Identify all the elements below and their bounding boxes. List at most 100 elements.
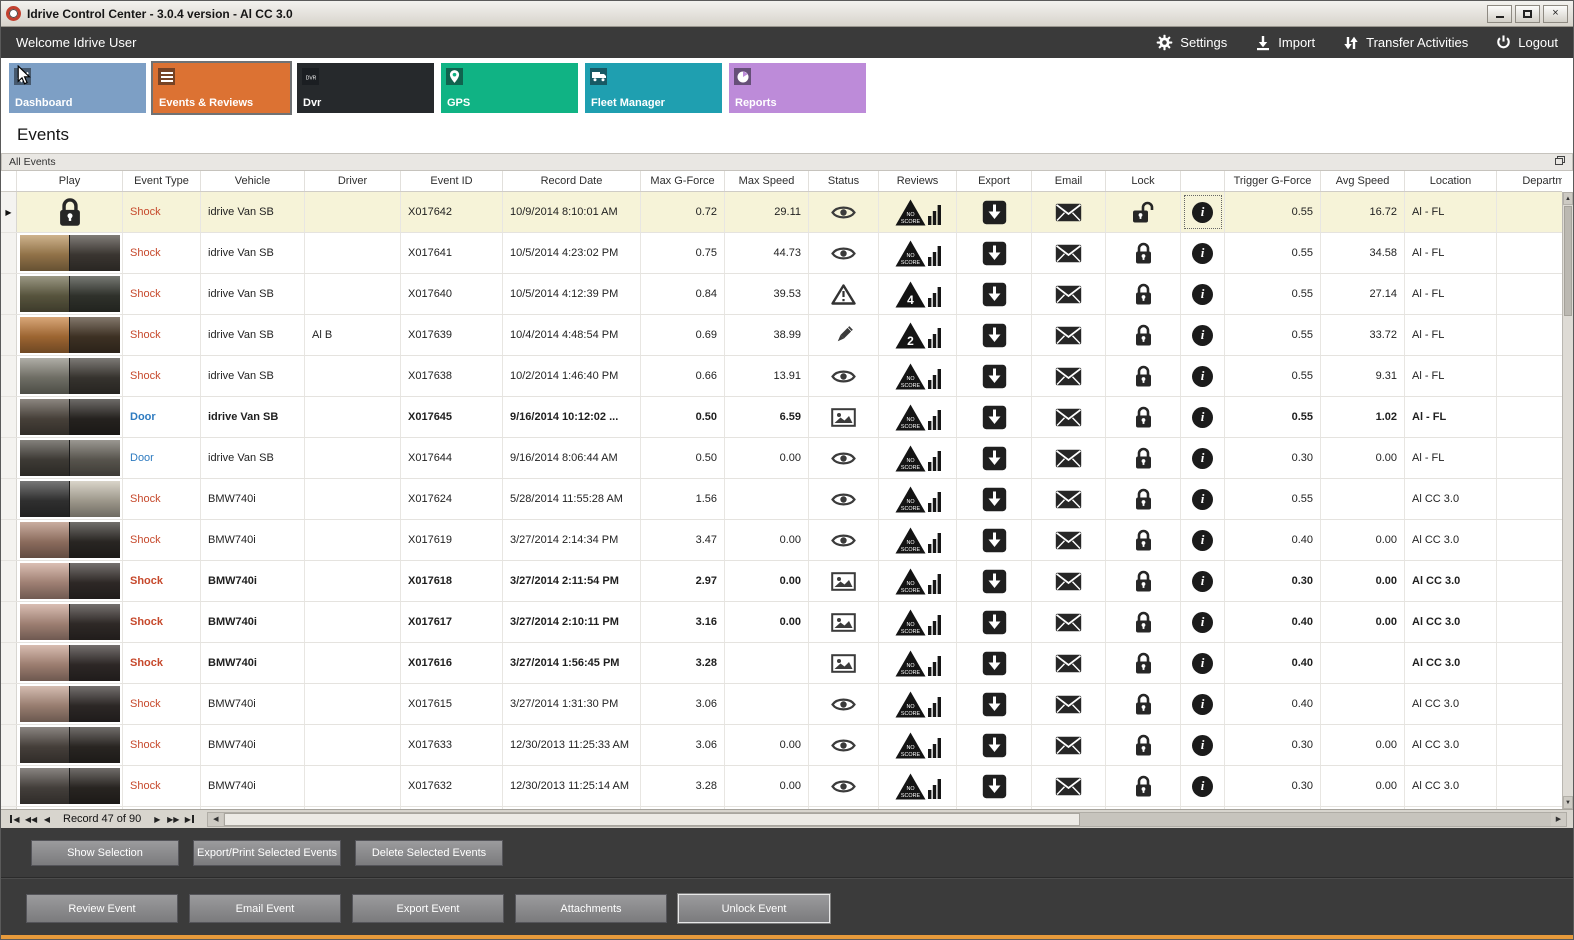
score-badge[interactable]: 2 [895,322,926,349]
event-thumbnail[interactable] [19,358,120,394]
logout-button[interactable]: Logout [1496,34,1558,51]
email-icon[interactable] [1055,408,1082,427]
cell-status[interactable] [809,602,879,642]
cell-info[interactable]: i [1181,438,1225,478]
cell-play[interactable] [17,438,123,478]
cell-play[interactable] [17,643,123,683]
horizontal-scroll-thumb[interactable] [224,812,1080,826]
close-button[interactable]: × [1543,4,1568,23]
cell-play[interactable] [17,397,123,437]
cell-info[interactable]: i [1181,479,1225,519]
cell-email[interactable] [1032,684,1106,724]
email-icon[interactable] [1055,490,1082,509]
col-header-play[interactable]: Play [17,171,123,191]
cell-lock[interactable] [1106,233,1181,273]
lock-icon[interactable] [1133,405,1154,430]
cell-export[interactable] [957,643,1032,683]
export-icon[interactable] [982,774,1007,799]
cell-play[interactable] [17,684,123,724]
email-icon[interactable] [1055,531,1082,550]
cell-play[interactable] [17,725,123,765]
cell-lock[interactable] [1106,520,1181,560]
event-row[interactable]: Door idrive Van SB X017645 9/16/2014 10:12:… [1,397,1562,438]
event-row[interactable]: Shock BMW740i X017624 5/28/2014 11:55:28 AM… [1,479,1562,520]
scroll-left-arrow[interactable]: ◀ [208,812,224,826]
cell-play[interactable] [17,233,123,273]
email-icon[interactable] [1055,203,1082,222]
col-header-record-date[interactable]: Record Date [503,171,641,191]
cell-reviews[interactable]: NO SCORE [879,684,957,724]
horizontal-scrollbar[interactable]: ◀ ▶ [207,811,1567,827]
lock-icon[interactable] [1133,241,1154,266]
col-header-event-type[interactable]: Event Type [123,171,201,191]
cell-info[interactable]: i [1181,233,1225,273]
cell-info[interactable]: i [1181,192,1225,232]
col-header-export[interactable]: Export [957,171,1032,191]
cell-play[interactable] [17,561,123,601]
cell-reviews[interactable]: NO SCORE [879,602,957,642]
nav-tile-events-reviews[interactable]: Events & Reviews [151,61,292,115]
export-icon[interactable] [982,364,1007,389]
cell-lock[interactable] [1106,315,1181,355]
lock-icon[interactable] [1133,487,1154,512]
col-header-trigger-g-force[interactable]: Trigger G-Force [1225,171,1321,191]
cell-play[interactable] [17,356,123,396]
eye-icon[interactable] [831,737,856,754]
event-row[interactable]: Shock idrive Van SB X017640 10/5/2014 4:12:… [1,274,1562,315]
cell-info[interactable]: i [1181,684,1225,724]
export-icon[interactable] [982,405,1007,430]
cell-play[interactable] [17,602,123,642]
no-score-badge[interactable]: NOSCORE [895,404,926,431]
nav-first-button[interactable]: ◀ [7,812,23,827]
cell-play[interactable] [17,315,123,355]
cell-export[interactable] [957,479,1032,519]
cell-play[interactable] [17,192,123,232]
cell-status[interactable] [809,684,879,724]
event-thumbnail[interactable] [19,440,120,476]
eye-icon[interactable] [831,491,856,508]
lock-icon[interactable] [1133,528,1154,553]
nav-next-button[interactable]: ▶ [149,812,165,827]
cell-play[interactable] [17,807,123,809]
cell-email[interactable] [1032,356,1106,396]
cell-export[interactable] [957,561,1032,601]
col-header-event-id[interactable]: Event ID [401,171,503,191]
eye-icon[interactable] [831,778,856,795]
no-score-badge[interactable]: NOSCORE [895,363,926,390]
event-thumbnail[interactable] [19,686,120,722]
export-icon[interactable] [982,733,1007,758]
nav-tile-fleet-manager[interactable]: Fleet Manager [585,63,722,113]
cell-lock[interactable] [1106,274,1181,314]
cell-lock[interactable] [1106,602,1181,642]
no-score-badge[interactable]: NOSCORE [895,199,926,226]
cell-export[interactable] [957,397,1032,437]
nav-next-page-button[interactable]: ▶▶ [165,812,181,827]
event-row[interactable]: Shock BMW740i X017616 3/27/2014 1:56:45 PM 3… [1,643,1562,684]
col-header-max-g-force[interactable]: Max G-Force [641,171,725,191]
email-event-button[interactable]: Email Event [189,894,341,923]
scroll-down-arrow[interactable]: ▼ [1563,796,1573,809]
cell-export[interactable] [957,356,1032,396]
unlock-event-button[interactable]: Unlock Event [678,894,830,923]
eye-icon[interactable] [831,696,856,713]
cell-email[interactable] [1032,479,1106,519]
email-icon[interactable] [1055,777,1082,796]
scroll-right-arrow[interactable]: ▶ [1551,812,1566,826]
cell-reviews[interactable]: NO SCORE [879,766,957,806]
event-thumbnail[interactable] [19,727,120,763]
cell-reviews[interactable]: NO SCORE [879,479,957,519]
cell-status[interactable] [809,233,879,273]
export-icon[interactable] [982,528,1007,553]
export-icon[interactable] [982,651,1007,676]
cell-play[interactable] [17,520,123,560]
cell-export[interactable] [957,602,1032,642]
nav-prev-page-button[interactable]: ◀◀ [23,812,39,827]
minimize-button[interactable] [1487,4,1512,23]
no-score-badge[interactable]: NOSCORE [895,568,926,595]
expand-panel-icon[interactable] [1555,156,1565,168]
info-icon[interactable]: i [1192,488,1213,510]
info-icon[interactable]: i [1192,406,1213,428]
cell-status[interactable] [809,397,879,437]
cell-info[interactable]: i [1181,766,1225,806]
cell-status[interactable] [809,643,879,683]
